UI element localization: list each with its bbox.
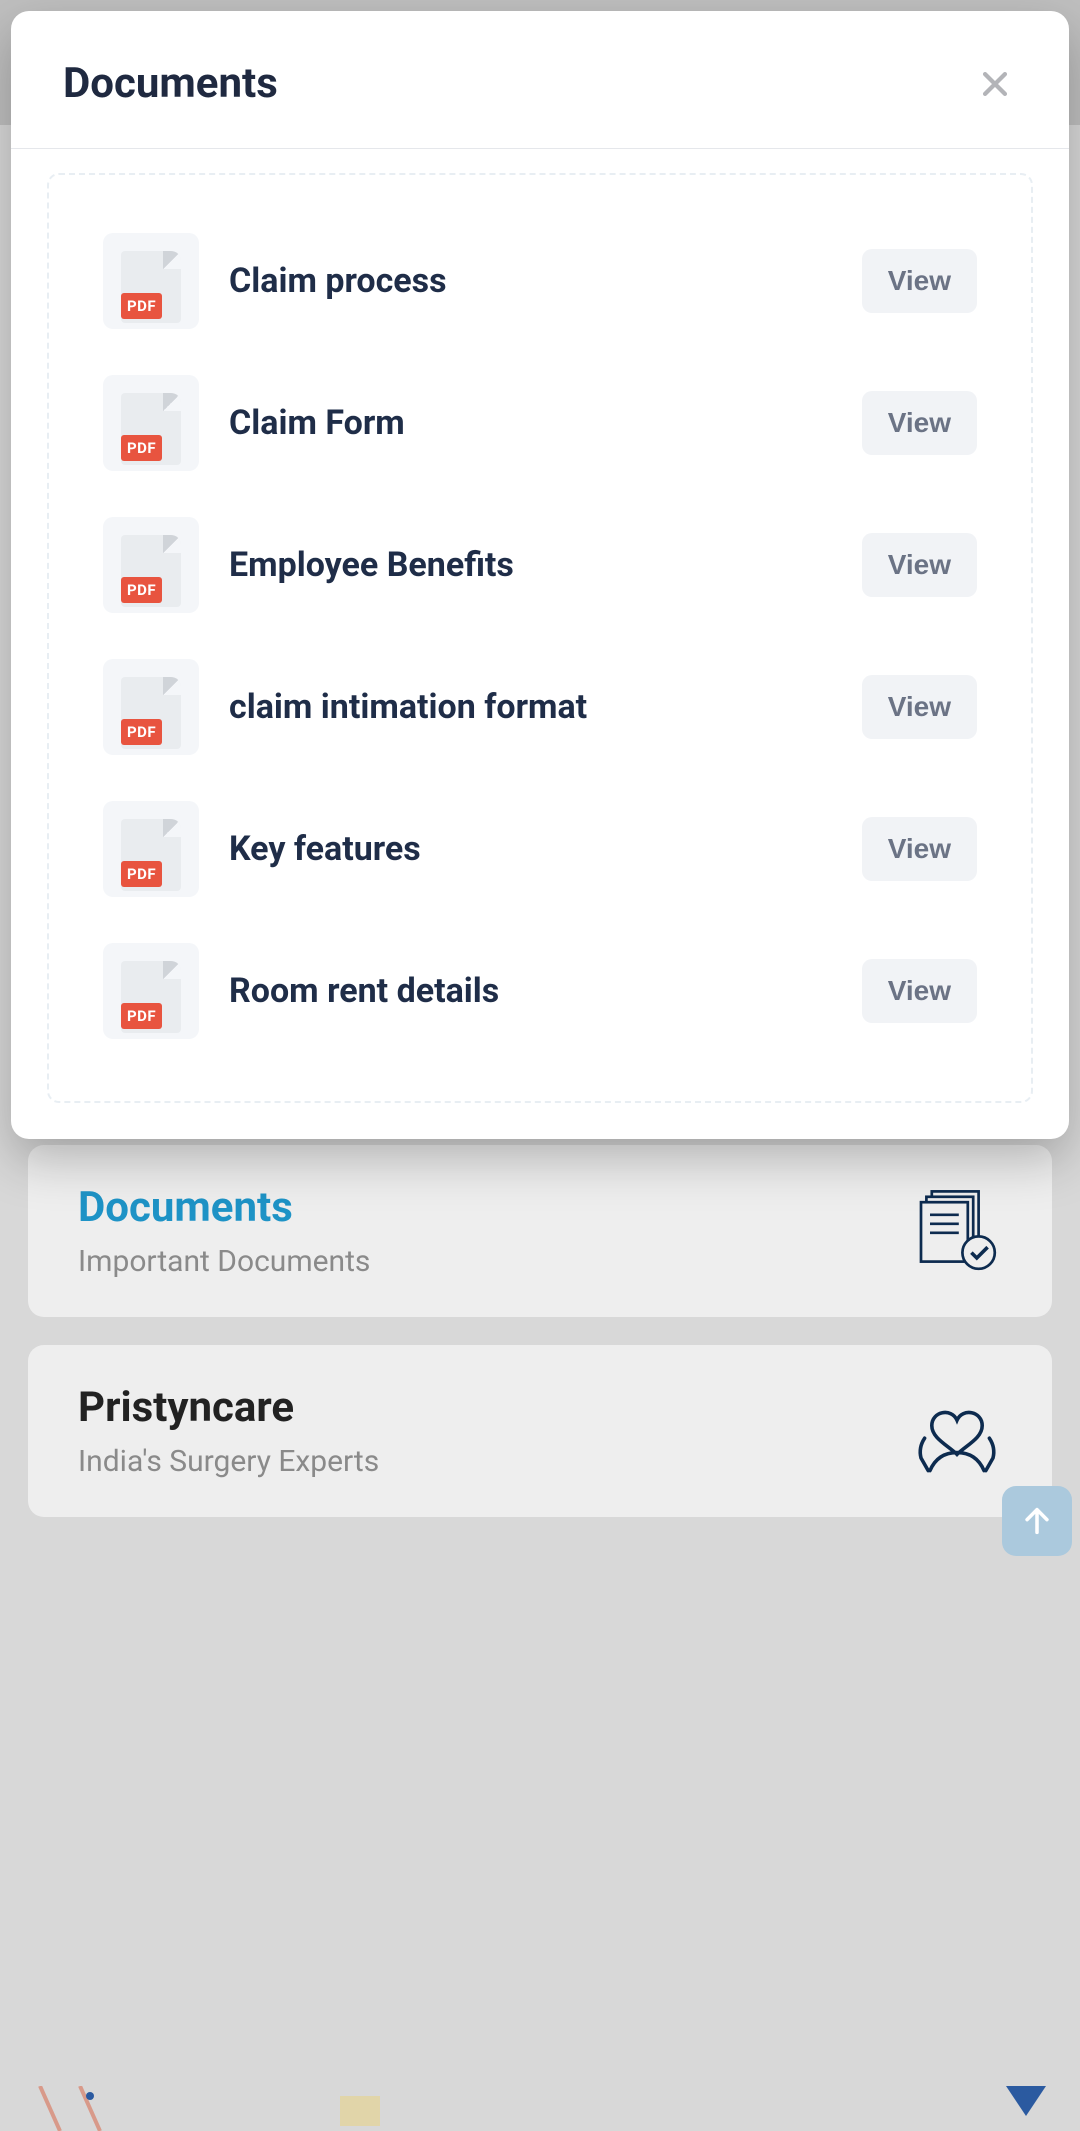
pdf-badge: PDF — [121, 293, 162, 319]
pdf-file-icon: PDF — [103, 517, 199, 613]
documents-panel: PDFClaim processViewPDFClaim FormViewPDF… — [47, 173, 1033, 1103]
view-button[interactable]: View — [862, 817, 977, 881]
modal-body: PDFClaim processViewPDFClaim FormViewPDF… — [11, 149, 1069, 1139]
document-row: PDF claim intimation format View — [103, 659, 977, 755]
pdf-badge: PDF — [121, 861, 162, 887]
card-pristyncare[interactable]: Pristyncare India's Surgery Experts — [28, 1345, 1052, 1517]
view-button[interactable]: View — [862, 533, 977, 597]
pdf-badge: PDF — [121, 1003, 162, 1029]
pdf-badge: PDF — [121, 719, 162, 745]
card-documents[interactable]: Documents Important Documents — [28, 1145, 1052, 1317]
pdf-file-icon: PDF — [103, 233, 199, 329]
document-title: Claim Form — [229, 402, 832, 445]
card-title: Pristyncare — [78, 1383, 379, 1432]
pdf-file-icon: PDF — [103, 801, 199, 897]
close-button[interactable] — [973, 62, 1017, 106]
pdf-file-icon: PDF — [103, 375, 199, 471]
view-button[interactable]: View — [862, 249, 977, 313]
documents-check-icon — [912, 1186, 1002, 1276]
pdf-file-icon: PDF — [103, 659, 199, 755]
close-icon — [978, 67, 1012, 101]
documents-list: PDFClaim processViewPDFClaim FormViewPDF… — [77, 203, 1003, 1073]
background-card-list: Documents Important Documents Pristyncar… — [28, 1145, 1052, 1517]
document-row: PDF Employee Benefits View — [103, 517, 977, 613]
decoration-left — [30, 2086, 110, 2131]
document-row: PDF Room rent details View — [103, 943, 977, 1039]
card-title: Documents — [78, 1183, 370, 1232]
card-text: Documents Important Documents — [78, 1183, 370, 1279]
modal-header: Documents — [11, 11, 1069, 149]
card-subtitle: India's Surgery Experts — [78, 1444, 379, 1479]
decoration-middle — [330, 2086, 390, 2131]
pdf-badge: PDF — [121, 435, 162, 461]
document-title: Key features — [229, 828, 832, 871]
documents-modal: Documents PDF Claim process View PDF Claim F… — [11, 11, 1069, 1139]
modal-title: Documents — [63, 59, 278, 108]
view-button[interactable]: View — [862, 959, 977, 1023]
card-subtitle: Important Documents — [78, 1244, 370, 1279]
document-title: Room rent details — [229, 970, 832, 1013]
view-button[interactable]: View — [862, 391, 977, 455]
pdf-file-icon: PDF — [103, 943, 199, 1039]
arrow-up-icon — [1020, 1504, 1054, 1538]
document-title: Claim process — [229, 260, 832, 303]
document-title: Employee Benefits — [229, 544, 832, 587]
scroll-to-top-button[interactable] — [1002, 1486, 1072, 1556]
pdf-badge: PDF — [121, 577, 162, 603]
decoration-right — [996, 2086, 1056, 2131]
document-row: PDF Key features View — [103, 801, 977, 897]
document-row: PDF Claim Form View — [103, 375, 977, 471]
hands-heart-icon — [912, 1386, 1002, 1476]
document-title: claim intimation format — [229, 686, 832, 729]
card-text: Pristyncare India's Surgery Experts — [78, 1383, 379, 1479]
view-button[interactable]: View — [862, 675, 977, 739]
document-row: PDF Claim process View — [103, 233, 977, 329]
